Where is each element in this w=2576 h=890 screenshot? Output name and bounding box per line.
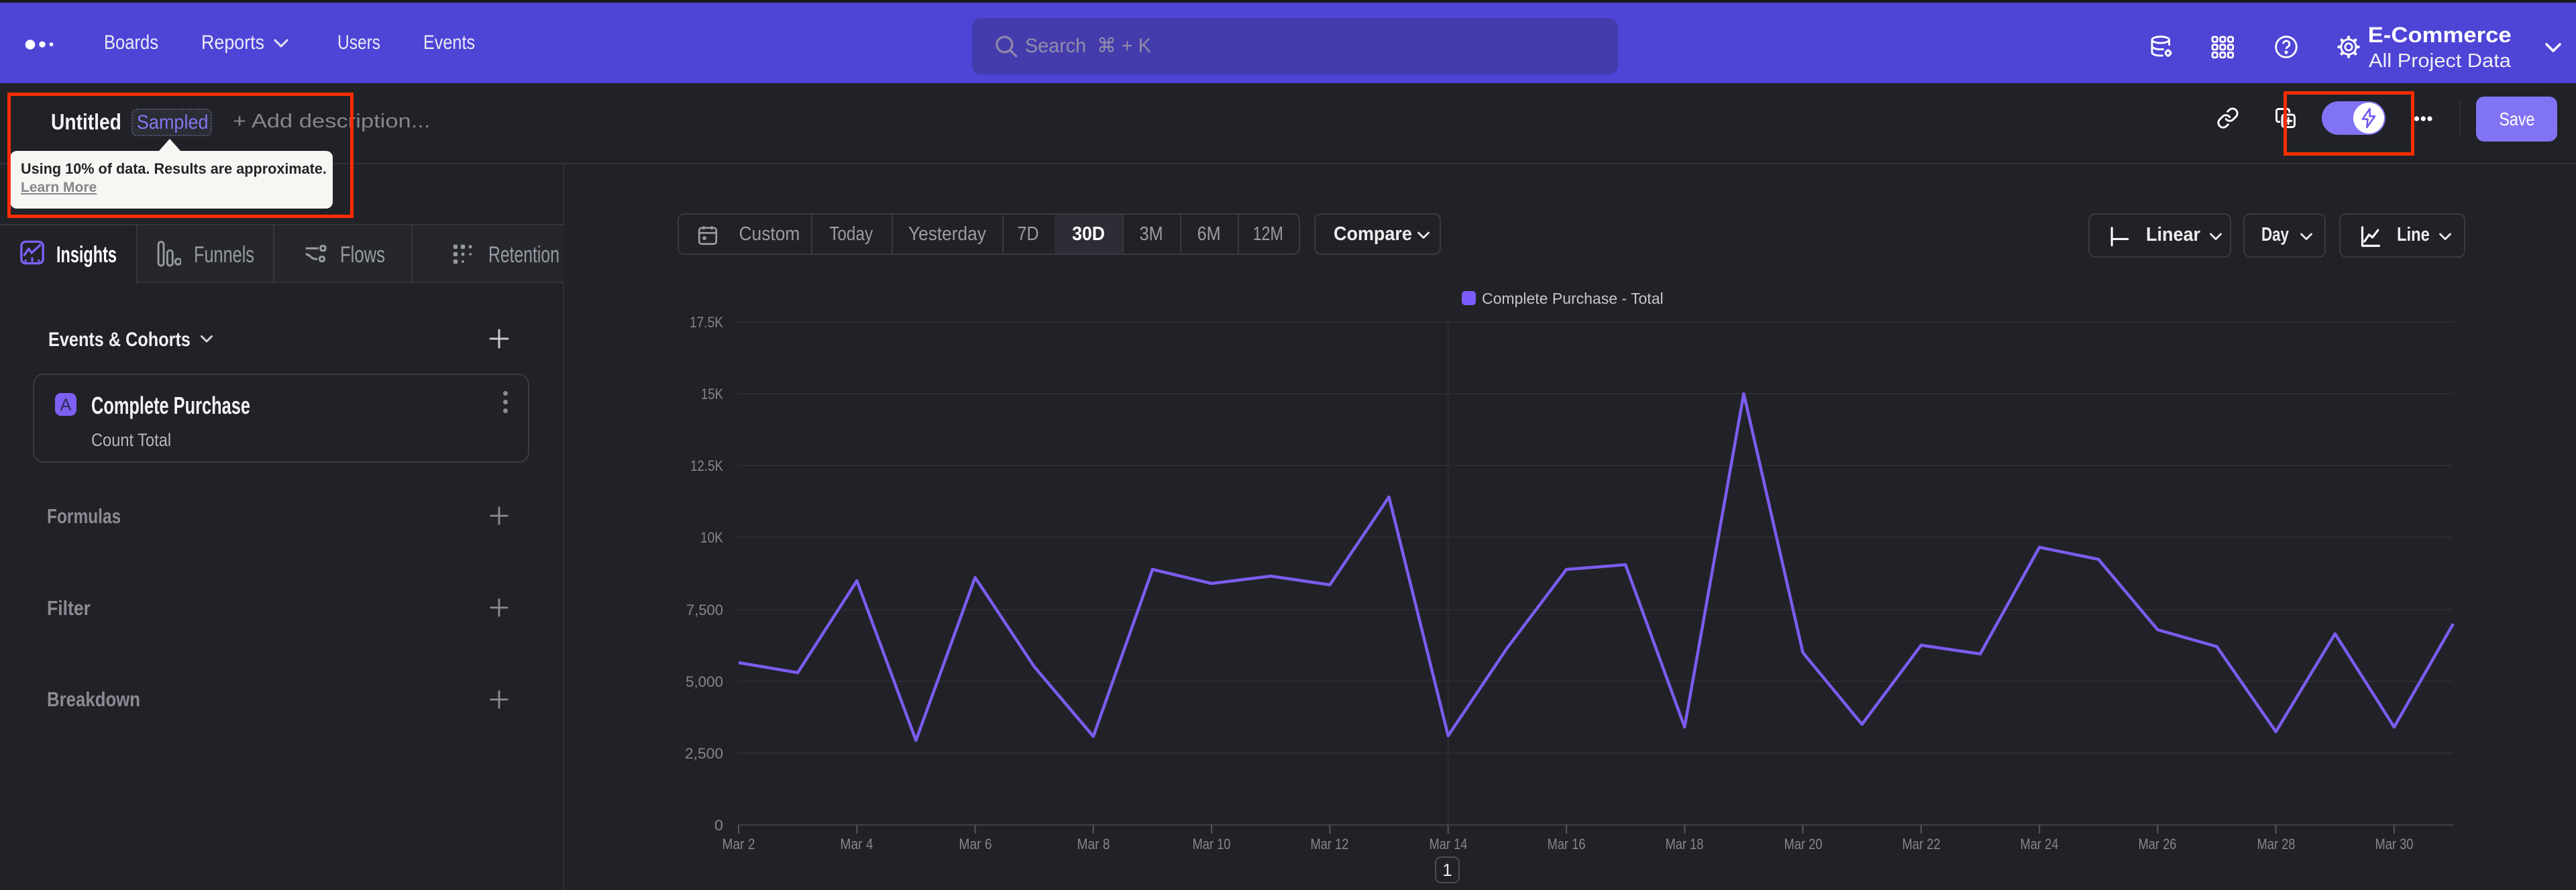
svg-text:2,500: 2,500 (685, 745, 723, 762)
svg-text:Mar 30: Mar 30 (2375, 836, 2414, 852)
svg-text:10K: 10K (700, 529, 723, 546)
svg-text:0: 0 (714, 817, 723, 834)
svg-text:Mar 28: Mar 28 (2257, 836, 2296, 852)
svg-text:12.5K: 12.5K (690, 457, 723, 474)
svg-text:Mar 16: Mar 16 (1548, 836, 1586, 852)
svg-text:Mar 6: Mar 6 (959, 836, 992, 852)
svg-text:7,500: 7,500 (686, 602, 723, 618)
svg-text:Mar 22: Mar 22 (1902, 836, 1941, 852)
svg-text:Mar 18: Mar 18 (1666, 836, 1704, 852)
svg-text:5,000: 5,000 (686, 673, 723, 690)
svg-text:Mar 26: Mar 26 (2139, 836, 2177, 852)
svg-text:Mar 24: Mar 24 (2021, 836, 2059, 852)
svg-text:Mar 4: Mar 4 (841, 836, 873, 852)
svg-text:Mar 14: Mar 14 (1430, 836, 1468, 852)
svg-text:Mar 2: Mar 2 (722, 836, 755, 852)
svg-text:Mar 8: Mar 8 (1077, 836, 1110, 852)
svg-text:Mar 12: Mar 12 (1311, 836, 1349, 852)
svg-text:Mar 20: Mar 20 (1784, 836, 1823, 852)
svg-text:17.5K: 17.5K (690, 314, 723, 331)
svg-text:Mar 10: Mar 10 (1193, 836, 1231, 852)
svg-text:15K: 15K (701, 386, 723, 402)
